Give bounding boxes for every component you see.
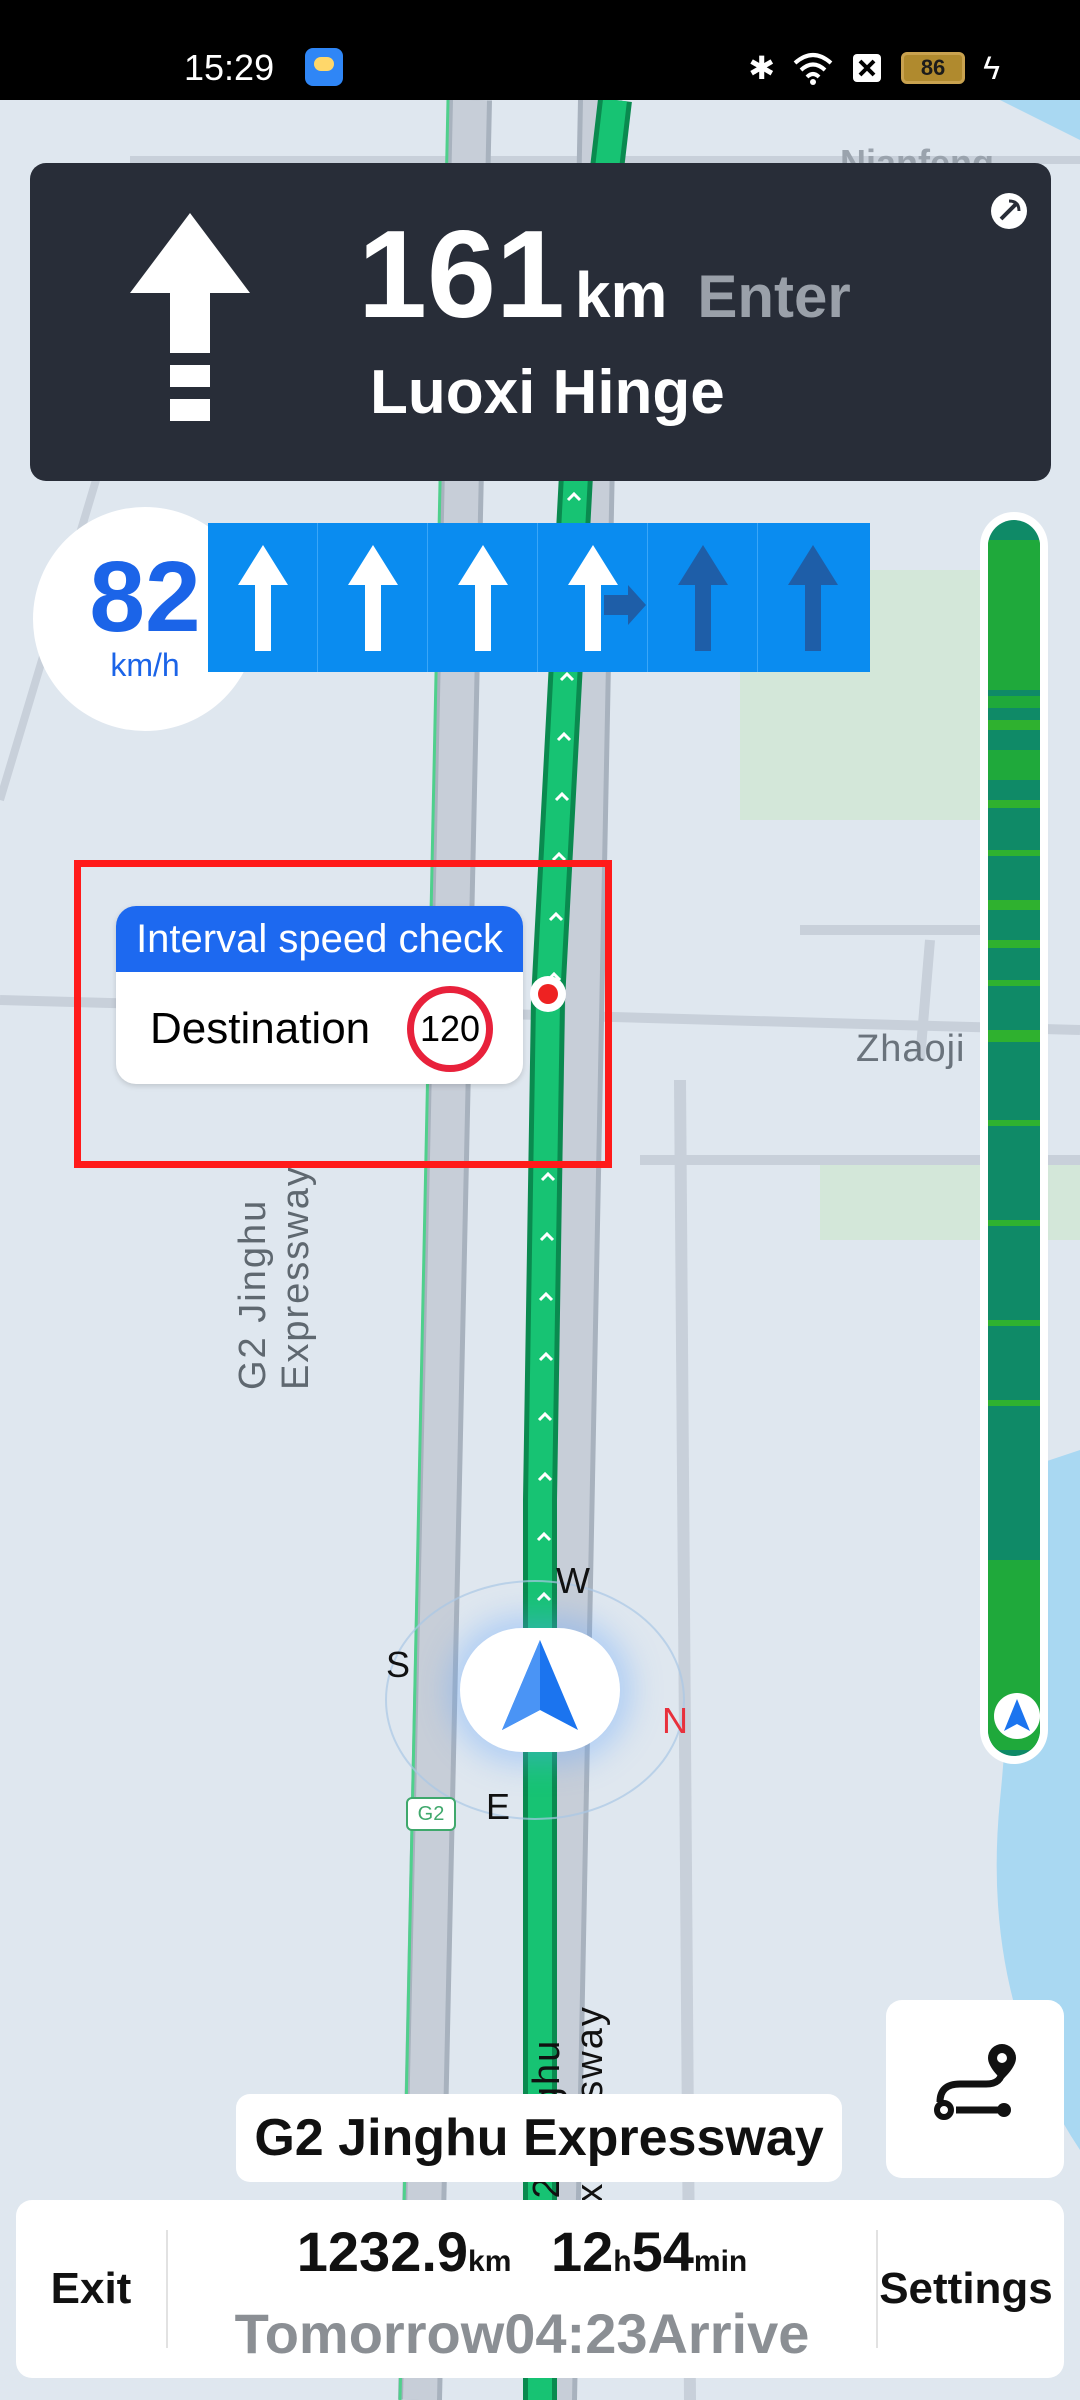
route-icon [934,2044,1016,2120]
lane-6 [758,523,868,672]
lane-guidance [208,523,870,672]
guidance-action: Enter [697,263,851,330]
guidance-road: Luoxi Hinge [370,358,725,427]
remaining-hours: 12 [550,2220,614,2283]
interval-speed-check-card[interactable]: Interval speed check Destination 120 [116,906,523,1084]
compass-e: E [486,1786,511,1827]
lane-straight-icon [238,545,288,651]
weather-icon [305,48,343,86]
lane-3 [428,523,538,672]
speed-check-title: Interval speed check [116,906,523,972]
lane-4 [538,523,648,672]
vehicle-position [460,1628,620,1752]
compass-n: N [662,1700,688,1741]
lane-straight-icon [458,545,508,651]
navigation-arrow-icon [502,1640,578,1730]
wifi-icon [793,53,833,85]
progress-car-icon [994,1693,1040,1739]
remaining-hours-unit: h [613,2245,632,2278]
lane-straight-right-icon [568,545,646,651]
compass-w: W [556,1560,590,1601]
map-label-zhaoji-text: Zhaoji [856,1028,966,1070]
charging-icon: ϟ [983,50,1000,86]
guidance-distance: 161 km Enter [358,213,851,337]
compass-s: S [386,1644,411,1685]
remaining-distance-unit: km [468,2245,512,2278]
guidance-distance-value: 161 [358,206,565,344]
status-time: 15:29 [184,47,275,88]
arrival-time: Tomorrow04:23Arrive [234,2302,810,2365]
lane-straight-icon [788,545,838,651]
traffic-bar [988,520,1040,1756]
speed-check-destination: Destination [150,1004,371,1053]
lane-5 [648,523,758,672]
lane-straight-icon [348,545,398,651]
route-progress-bar [980,512,1048,1764]
status-icons: ✱ 86 ϟ [748,48,1000,88]
lane-1 [208,523,318,672]
settings-button[interactable]: Settings [868,2200,1064,2378]
remaining-minutes: 54 [631,2220,694,2283]
current-road-label: G2 Jinghu Expressway [236,2094,842,2182]
speed-check-marker [530,976,566,1012]
bottom-bar: Exit 1232.9km 12h54min Tomorrow04:23Arri… [16,2200,1064,2378]
route-overview-button[interactable] [886,2000,1064,2178]
remaining-minutes-unit: min [693,2245,748,2278]
trip-summary: 1232.9km 12h54min Tomorrow04:23Arrive [168,2216,876,2370]
bluetooth-icon: ✱ [748,50,776,86]
exit-button[interactable]: Exit [16,2200,166,2378]
lane-2 [318,523,428,672]
sim-off-icon [853,54,882,82]
guidance-panel: 161 km Enter Luoxi Hinge [30,163,1051,481]
status-bar: 15:29 ✱ 86 ϟ [0,0,1080,100]
g2-shield: G2 [406,1797,456,1831]
trip-remaining: 1232.9km 12h54min [168,2216,876,2298]
speed-limit-sign: 120 [407,986,493,1072]
satellite-icon[interactable] [987,189,1031,233]
straight-arrow-icon [130,213,250,421]
remaining-distance: 1232.9 [296,2220,469,2283]
lane-straight-icon [678,545,728,651]
battery-icon: 86 [901,52,966,84]
speed-check-body: Destination 120 [116,972,523,1084]
guidance-distance-unit: km [574,259,668,331]
